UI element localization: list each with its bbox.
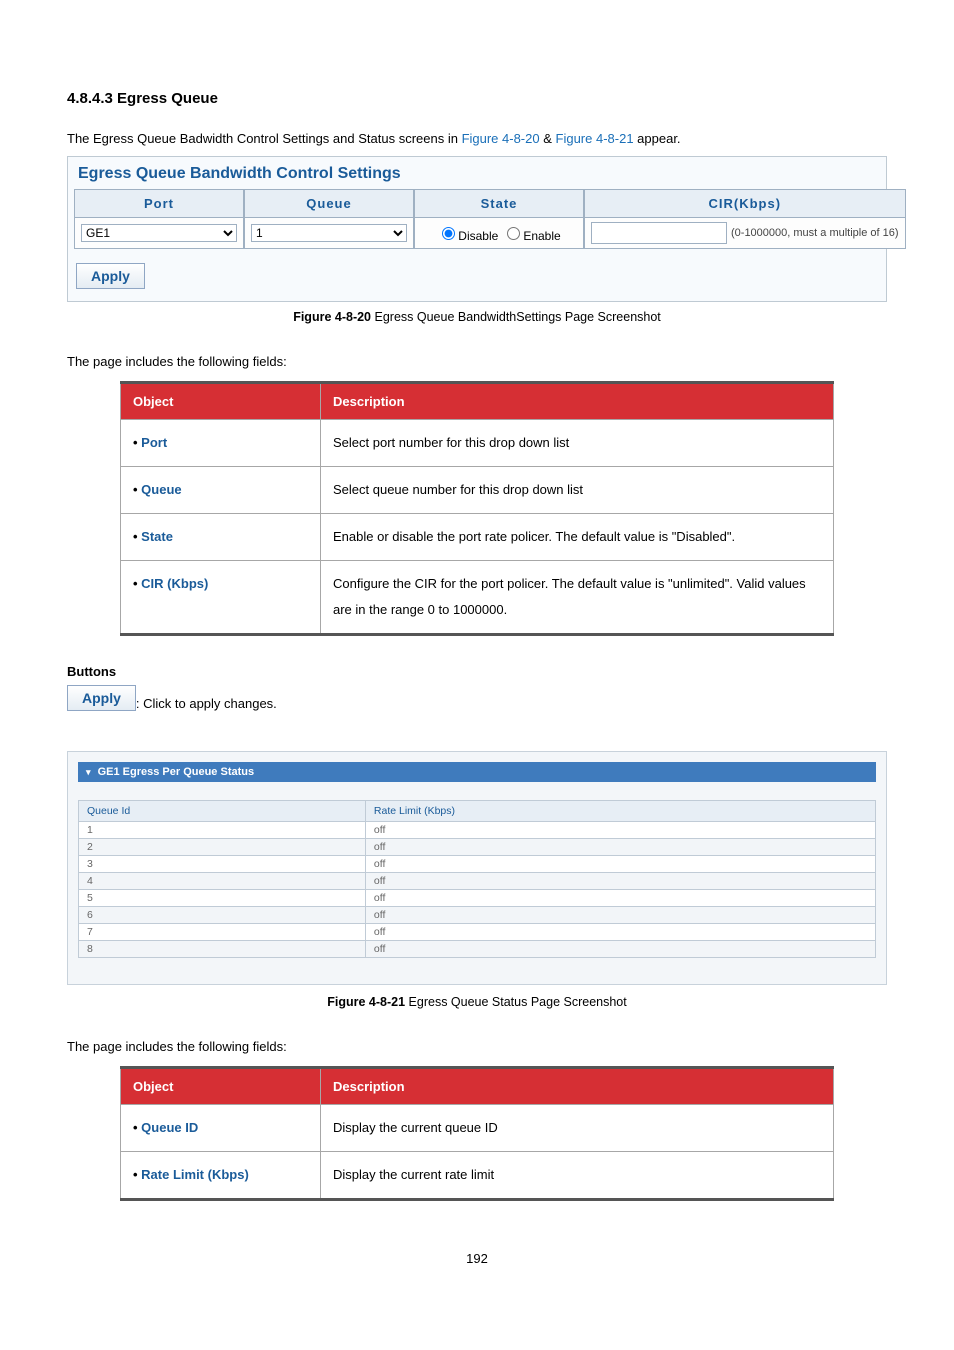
desc1-header-object: Object (121, 383, 321, 420)
figure-caption-1: Figure 4-8-20 Egress Queue BandwidthSett… (67, 310, 887, 324)
port-select[interactable]: GE1 (81, 224, 237, 242)
table-row: 7off (79, 924, 876, 941)
cell-port: GE1 (74, 218, 244, 249)
settings-panel: Egress Queue Bandwidth Control Settings … (67, 156, 887, 302)
description-table-2: Object Description Queue ID Display the … (120, 1066, 834, 1201)
status-rate-4: off (365, 890, 875, 907)
desc1-obj-2: State (133, 529, 173, 544)
figure-caption-2: Figure 4-8-21 Egress Queue Status Page S… (67, 995, 887, 1009)
status-rate-2: off (365, 856, 875, 873)
table-row: CIR (Kbps) Configure the CIR for the por… (121, 561, 834, 635)
section-title: 4.8.4.3 Egress Queue (67, 90, 887, 107)
desc2-obj-0: Queue ID (133, 1120, 198, 1135)
state-enable-text: Enable (523, 229, 560, 243)
figure-link-1[interactable]: Figure 4-8-20 (462, 131, 540, 146)
intro-paragraph: The Egress Queue Badwidth Control Settin… (67, 131, 887, 146)
cir-hint: (0-1000000, must a multiple of 16) (731, 227, 899, 239)
table-row: 2off (79, 839, 876, 856)
desc1-obj-3: CIR (Kbps) (133, 576, 208, 591)
desc2-obj-1: Rate Limit (Kbps) (133, 1167, 249, 1182)
buttons-row: Apply : Click to apply changes. (67, 685, 887, 711)
fields-intro-2: The page includes the following fields: (67, 1039, 887, 1054)
desc1-obj-0: Port (133, 435, 167, 450)
desc1-obj-1: Queue (133, 482, 182, 497)
apply-button[interactable]: Apply (76, 263, 145, 289)
intro-amp: & (540, 131, 556, 146)
buttons-heading: Buttons (67, 664, 887, 679)
table-row: 6off (79, 907, 876, 924)
status-id-6: 7 (79, 924, 366, 941)
status-table: Queue Id Rate Limit (Kbps) 1off 2off 3of… (78, 800, 876, 958)
desc1-desc-1: Select queue number for this drop down l… (321, 467, 834, 514)
status-rate-3: off (365, 873, 875, 890)
collapse-caret-icon: ▾ (86, 767, 91, 777)
table-row: 1off (79, 822, 876, 839)
caption2-rest: Egress Queue Status Page Screenshot (405, 995, 627, 1009)
desc1-desc-2: Enable or disable the port rate policer.… (321, 514, 834, 561)
status-header-text: GE1 Egress Per Queue Status (98, 766, 255, 778)
apply-description: : Click to apply changes. (136, 696, 277, 711)
queue-select[interactable]: 1 (251, 224, 407, 242)
status-rate-1: off (365, 839, 875, 856)
desc2-desc-0: Display the current queue ID (321, 1105, 834, 1152)
page-number: 192 (67, 1251, 887, 1266)
status-panel-header[interactable]: ▾ GE1 Egress Per Queue Status (78, 762, 876, 782)
table-row: 4off (79, 873, 876, 890)
status-header-rate: Rate Limit (Kbps) (365, 801, 875, 822)
header-cir: CIR(Kbps) (584, 189, 906, 218)
table-row: Queue ID Display the current queue ID (121, 1105, 834, 1152)
table-row: 8off (79, 941, 876, 958)
state-enable-radio[interactable] (507, 227, 520, 240)
intro-suffix: appear. (634, 131, 681, 146)
state-disable-text: Disable (458, 229, 498, 243)
cir-input[interactable] (591, 222, 727, 244)
table-row: State Enable or disable the port rate po… (121, 514, 834, 561)
description-table-1: Object Description Port Select port numb… (120, 381, 834, 636)
status-rate-7: off (365, 941, 875, 958)
status-rate-0: off (365, 822, 875, 839)
status-header-queue: Queue Id (79, 801, 366, 822)
table-row: Port Select port number for this drop do… (121, 420, 834, 467)
cell-queue: 1 (244, 218, 414, 249)
status-panel: ▾ GE1 Egress Per Queue Status Queue Id R… (67, 751, 887, 985)
status-id-2: 3 (79, 856, 366, 873)
desc1-header-description: Description (321, 383, 834, 420)
status-rate-5: off (365, 907, 875, 924)
table-row: 5off (79, 890, 876, 907)
apply-button-example[interactable]: Apply (67, 685, 136, 711)
caption2-bold: Figure 4-8-21 (327, 995, 405, 1009)
desc2-desc-1: Display the current rate limit (321, 1152, 834, 1200)
intro-prefix: The Egress Queue Badwidth Control Settin… (67, 131, 462, 146)
header-state: State (414, 189, 584, 218)
header-port: Port (74, 189, 244, 218)
settings-panel-title: Egress Queue Bandwidth Control Settings (68, 157, 886, 189)
table-row: 3off (79, 856, 876, 873)
status-id-3: 4 (79, 873, 366, 890)
fields-intro-1: The page includes the following fields: (67, 354, 887, 369)
caption1-bold: Figure 4-8-20 (293, 310, 371, 324)
cell-cir: (0-1000000, must a multiple of 16) (584, 218, 906, 249)
status-id-0: 1 (79, 822, 366, 839)
state-disable-label[interactable]: Disable (437, 224, 498, 243)
table-row: Rate Limit (Kbps) Display the current ra… (121, 1152, 834, 1200)
status-rate-6: off (365, 924, 875, 941)
cell-state: Disable Enable (414, 218, 584, 249)
status-id-7: 8 (79, 941, 366, 958)
state-disable-radio[interactable] (442, 227, 455, 240)
desc1-desc-3: Configure the CIR for the port policer. … (321, 561, 834, 635)
desc1-desc-0: Select port number for this drop down li… (321, 420, 834, 467)
status-id-1: 2 (79, 839, 366, 856)
header-queue: Queue (244, 189, 414, 218)
table-row: Queue Select queue number for this drop … (121, 467, 834, 514)
state-enable-label[interactable]: Enable (502, 224, 560, 243)
status-id-5: 6 (79, 907, 366, 924)
figure-link-2[interactable]: Figure 4-8-21 (556, 131, 634, 146)
caption1-rest: Egress Queue BandwidthSettings Page Scre… (371, 310, 661, 324)
status-id-4: 5 (79, 890, 366, 907)
desc2-header-description: Description (321, 1068, 834, 1105)
desc2-header-object: Object (121, 1068, 321, 1105)
